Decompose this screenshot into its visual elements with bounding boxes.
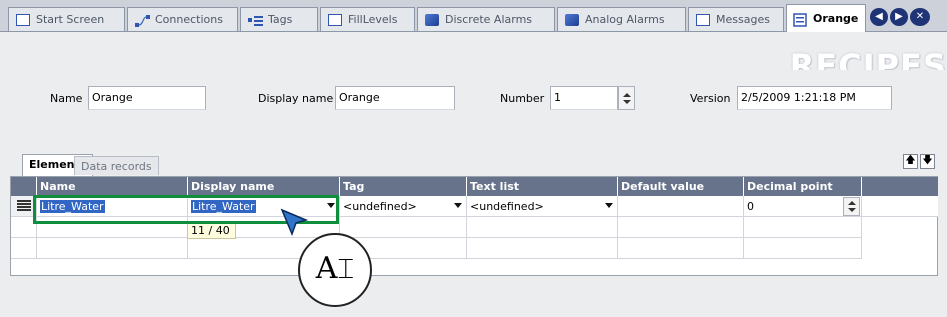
arrow-up-icon: 🡅 bbox=[905, 155, 916, 166]
mouse-pointer-icon bbox=[280, 208, 310, 239]
version-label: Version bbox=[690, 92, 731, 105]
discrete-alarms-icon bbox=[425, 13, 439, 26]
tab-label: Connections bbox=[155, 13, 223, 26]
stepper-down-icon bbox=[848, 208, 856, 212]
close-icon: ✕ bbox=[915, 11, 925, 22]
number-stepper[interactable] bbox=[618, 86, 635, 110]
screen-icon bbox=[696, 13, 710, 26]
chevron-left-icon: ◀ bbox=[875, 11, 883, 22]
version-field: 2/5/2009 1:21:18 PM bbox=[737, 86, 892, 110]
text-edit-callout: A⌶ bbox=[298, 233, 372, 307]
tab-label: Orange bbox=[813, 12, 859, 25]
connections-icon bbox=[135, 14, 150, 27]
tab-analog-alarms[interactable]: Analog Alarms bbox=[557, 7, 686, 31]
tab-connections[interactable]: Connections bbox=[127, 7, 238, 31]
callout-letter: A bbox=[315, 251, 338, 286]
tab-label: Messages bbox=[716, 13, 770, 26]
cell-empty[interactable] bbox=[618, 238, 744, 259]
tab-tags[interactable]: Tags bbox=[240, 7, 318, 31]
name-field[interactable]: Orange bbox=[88, 86, 206, 110]
chevron-right-icon: ▶ bbox=[895, 11, 903, 22]
column-header-text-list[interactable]: Text list bbox=[467, 177, 618, 196]
tab-label: Discrete Alarms bbox=[445, 13, 533, 26]
tags-icon bbox=[248, 14, 263, 26]
column-header-display-name[interactable]: Display name bbox=[188, 177, 340, 196]
cell-default-value[interactable] bbox=[618, 196, 744, 217]
decimal-point-stepper[interactable] bbox=[843, 197, 860, 216]
cell-empty[interactable] bbox=[340, 217, 467, 238]
previous-tab-button[interactable]: ◀ bbox=[870, 8, 888, 26]
character-counter: 11 / 40 bbox=[187, 222, 236, 239]
display-name-field[interactable]: Orange bbox=[335, 86, 455, 110]
recipe-icon bbox=[793, 12, 807, 27]
screen-icon bbox=[328, 13, 342, 26]
cell-decimal-point-text: 0 bbox=[747, 200, 754, 213]
stepper-up-icon bbox=[623, 93, 631, 97]
move-down-button[interactable]: 🡇 bbox=[920, 154, 935, 169]
cell-tag[interactable]: <undefined> bbox=[340, 196, 467, 217]
tab-orange-recipe[interactable]: Orange bbox=[786, 4, 866, 33]
analog-alarms-icon bbox=[565, 13, 579, 26]
tab-discrete-alarms[interactable]: Discrete Alarms bbox=[417, 7, 555, 31]
row-header[interactable] bbox=[11, 238, 37, 259]
column-header-default-value[interactable]: Default value bbox=[618, 177, 744, 196]
cell-empty[interactable] bbox=[467, 238, 618, 259]
next-tab-button[interactable]: ▶ bbox=[890, 8, 908, 26]
tab-label: Tags bbox=[268, 13, 293, 26]
column-header-decimal-point[interactable]: Decimal point bbox=[744, 177, 862, 196]
stepper-up-icon bbox=[848, 201, 856, 205]
tab-label: Start Screen bbox=[36, 13, 105, 26]
number-label: Number bbox=[500, 92, 545, 105]
column-header-tag[interactable]: Tag bbox=[340, 177, 467, 196]
cell-text-list[interactable]: <undefined> bbox=[467, 196, 618, 217]
tab-messages[interactable]: Messages bbox=[688, 7, 784, 31]
cell-tag-text: <undefined> bbox=[343, 200, 417, 213]
column-header-name[interactable]: Name bbox=[37, 177, 188, 196]
cell-empty[interactable] bbox=[467, 217, 618, 238]
text-cursor-icon: ⌶ bbox=[337, 252, 355, 285]
screen-icon bbox=[16, 13, 30, 26]
move-up-button[interactable]: 🡅 bbox=[903, 154, 918, 169]
close-tab-button[interactable]: ✕ bbox=[910, 8, 930, 26]
tab-label: Analog Alarms bbox=[585, 13, 665, 26]
stepper-down-icon bbox=[623, 100, 631, 104]
cell-empty[interactable] bbox=[618, 217, 744, 238]
cell-empty[interactable] bbox=[744, 217, 862, 238]
elements-grid: Name Display name Tag Text list Default … bbox=[10, 176, 938, 276]
cell-empty bbox=[862, 196, 938, 217]
cell-empty[interactable] bbox=[37, 238, 188, 259]
name-label: Name bbox=[50, 92, 83, 105]
row-header-corner bbox=[11, 177, 37, 196]
dropdown-arrow-icon[interactable] bbox=[602, 198, 615, 212]
cell-text-list-text: <undefined> bbox=[470, 200, 544, 213]
dropdown-arrow-icon[interactable] bbox=[451, 198, 464, 212]
column-header-empty bbox=[862, 177, 938, 196]
tab-label: FillLevels bbox=[348, 13, 398, 26]
tab-start-screen[interactable]: Start Screen bbox=[8, 7, 125, 31]
display-name-label: Display name bbox=[258, 92, 334, 105]
arrow-down-icon: 🡇 bbox=[922, 155, 933, 166]
tab-filllevels[interactable]: FillLevels bbox=[320, 7, 415, 31]
row-handle-icon bbox=[17, 200, 31, 212]
tab-data-records[interactable]: Data records bbox=[74, 156, 159, 175]
cell-empty[interactable] bbox=[744, 238, 862, 259]
number-field[interactable]: 1 bbox=[550, 86, 618, 110]
